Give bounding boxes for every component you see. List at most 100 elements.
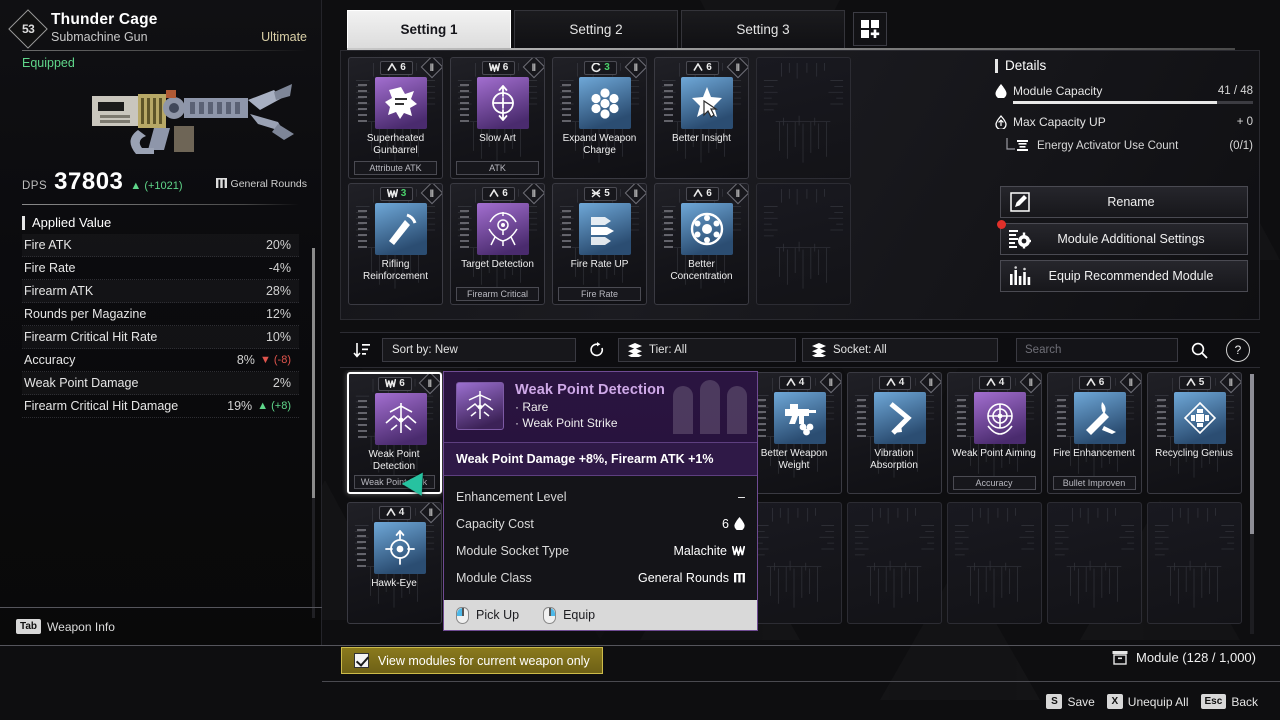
help-label: ? bbox=[1234, 343, 1242, 357]
checkbox-label: View modules for current weapon only bbox=[378, 653, 590, 668]
inventory-cell[interactable]: 6 ||| Fire Enhancement Bullet Improven bbox=[1044, 372, 1144, 497]
module-cost-chip: 6 bbox=[1078, 375, 1112, 390]
tab-keycap: Tab bbox=[16, 619, 42, 634]
inventory-slot-empty[interactable] bbox=[946, 502, 1042, 624]
tab-setting-3[interactable]: Setting 3 bbox=[681, 10, 845, 48]
action-label: Equip bbox=[563, 608, 596, 622]
module-pins bbox=[356, 529, 366, 567]
magnifier-icon[interactable] bbox=[1184, 337, 1214, 363]
inventory-cell[interactable]: 4 ||| Vibration Absorption bbox=[844, 372, 944, 497]
tab-setting-2[interactable]: Setting 2 bbox=[514, 10, 678, 48]
module-capacity-value: 41 / 48 bbox=[1217, 85, 1253, 97]
view-current-weapon-checkbox[interactable]: View modules for current weapon only bbox=[341, 647, 603, 674]
inventory-slot-empty[interactable] bbox=[746, 502, 842, 624]
tier-filter-dropdown[interactable]: Tier: All bbox=[618, 338, 796, 362]
tooltip-row: Module Class General Rounds bbox=[456, 564, 745, 591]
inventory-scrollbar[interactable] bbox=[1250, 374, 1254, 634]
weapon-type: Submachine Gun bbox=[51, 30, 148, 44]
layers-icon bbox=[628, 343, 642, 357]
inventory-module-card[interactable]: 6 ||| Weak Point Detection Weak Point Strik bbox=[346, 372, 442, 494]
module-name: Superheated Gunbarrel bbox=[366, 133, 425, 156]
inventory-module-card[interactable]: 5 ||| Recycling Genius bbox=[1146, 372, 1242, 494]
module-name: Expand Weapon Charge bbox=[562, 133, 637, 156]
button-label: Equip Recommended Module bbox=[1048, 269, 1214, 283]
socket-filter-dropdown[interactable]: Socket: All bbox=[802, 338, 998, 362]
module-cost-chip: 6 bbox=[482, 186, 515, 201]
cylinder-icon bbox=[579, 77, 631, 129]
weapon-info-panel: 53 Thunder Cage Submachine Gun Ultimate … bbox=[0, 0, 322, 645]
equipped-slot-empty[interactable] bbox=[756, 183, 851, 305]
inventory-cell[interactable] bbox=[944, 502, 1044, 627]
stat-value: 2% bbox=[272, 376, 291, 390]
search-input[interactable]: Search bbox=[1016, 338, 1178, 362]
inventory-cell[interactable]: 4 ||| Hawk-Eye bbox=[344, 502, 444, 627]
inventory-cell[interactable] bbox=[1144, 502, 1244, 627]
tooltip-action-equip[interactable]: Equip bbox=[543, 606, 596, 624]
key-hint-save[interactable]: S Save bbox=[1046, 694, 1095, 709]
tab-label: Setting 3 bbox=[736, 22, 790, 37]
inventory-module-card[interactable]: 4 ||| Vibration Absorption bbox=[846, 372, 942, 494]
inventory-cell[interactable]: 4 ||| Better Weapon Weight bbox=[744, 372, 844, 497]
inventory-cell[interactable] bbox=[744, 502, 844, 627]
grid-plus-icon[interactable] bbox=[853, 12, 887, 46]
key-hint-unequip-all[interactable]: X Unequip All bbox=[1106, 694, 1189, 709]
module-name: Recycling Genius bbox=[1155, 448, 1233, 459]
help-button[interactable]: ? bbox=[1226, 338, 1250, 362]
stat-row: Firearm ATK 28% bbox=[22, 280, 299, 303]
equipped-module-card[interactable]: 6 ||| Better Concentration bbox=[654, 183, 749, 305]
equipped-module-card[interactable]: 6 ||| Slow Art ATK bbox=[450, 57, 545, 179]
stat-name: Rounds per Magazine bbox=[24, 307, 147, 321]
inventory-cell[interactable]: 6 ||| Weak Point Detection Weak Point Strik bbox=[344, 372, 444, 497]
inventory-cell[interactable] bbox=[1044, 502, 1144, 627]
module-tag: Accuracy bbox=[952, 476, 1036, 490]
malachite-icon bbox=[732, 545, 745, 556]
drop-icon bbox=[734, 517, 745, 530]
sort-by-dropdown[interactable]: Sort by: New bbox=[382, 338, 576, 362]
tooltip-action-pick-up[interactable]: Pick Up bbox=[456, 606, 519, 624]
applied-value-header: Applied Value bbox=[22, 215, 321, 230]
equipped-modules-grid: 6 ||| Superheated Gunbarrel Attribute ATK 6 |… bbox=[348, 57, 851, 305]
inventory-module-card[interactable]: 6 ||| Fire Enhancement Bullet Improven bbox=[1046, 372, 1142, 494]
chevron-arrow-icon bbox=[873, 392, 926, 444]
equipped-module-card[interactable]: 6 ||| Target Detection Firearm Critical bbox=[450, 183, 545, 305]
module-capacity-label: Module Capacity bbox=[1013, 84, 1103, 98]
energy-activator-value: (0/1) bbox=[1229, 139, 1253, 152]
key-hint-back[interactable]: Esc Back bbox=[1200, 694, 1258, 709]
equipped-module-card[interactable]: 5 ||| Fire Rate UP Fire Rate bbox=[552, 183, 647, 305]
applied-value-list: Fire ATK 20% Fire Rate -4% Firearm ATK 28% Rou… bbox=[22, 234, 299, 418]
module-additional-settings-button[interactable]: Module Additional Settings bbox=[997, 220, 1248, 255]
tooltip-effect: Weak Point Damage +8%, Firearm ATK +1% bbox=[444, 442, 757, 476]
refresh-icon[interactable] bbox=[582, 337, 612, 363]
module-pins bbox=[664, 210, 673, 248]
round-type-label: General Rounds bbox=[230, 177, 307, 190]
equipped-module-card[interactable]: 6 ||| Better Insight bbox=[654, 57, 749, 179]
details-header: Details bbox=[995, 58, 1253, 73]
inventory-slot-empty[interactable] bbox=[846, 502, 942, 624]
inventory-cell[interactable] bbox=[844, 502, 944, 627]
inventory-module-card[interactable]: 4 ||| Better Weapon Weight bbox=[746, 372, 842, 494]
inventory-module-card[interactable]: 4 ||| Weak Point Aiming Accuracy bbox=[946, 372, 1042, 494]
sort-descending-icon[interactable] bbox=[346, 337, 376, 363]
module-name: Slow Art bbox=[479, 133, 516, 144]
weapon-name: Thunder Cage bbox=[51, 11, 158, 28]
module-cost-chip: 4 bbox=[778, 375, 812, 390]
equipped-module-card[interactable]: 3 ||| Rifling Reinforcement bbox=[348, 183, 443, 305]
rename-button[interactable]: Rename bbox=[1000, 186, 1248, 218]
equipped-module-card[interactable]: 3 ||| Expand Weapon Charge bbox=[552, 57, 647, 179]
inventory-module-card[interactable]: 4 ||| Hawk-Eye bbox=[346, 502, 442, 624]
equipped-module-card[interactable]: 6 ||| Superheated Gunbarrel Attribute ATK bbox=[348, 57, 443, 179]
stat-row: Fire ATK 20% bbox=[22, 234, 299, 257]
tab-setting-1[interactable]: Setting 1 bbox=[347, 10, 511, 48]
equipped-slot-empty[interactable] bbox=[756, 57, 851, 179]
tree-branch-icon bbox=[1006, 138, 1028, 151]
inventory-cell[interactable]: 4 ||| Weak Point Aiming Accuracy bbox=[944, 372, 1044, 497]
inventory-slot-empty[interactable] bbox=[1046, 502, 1142, 624]
inventory-cell[interactable]: 5 ||| Recycling Genius bbox=[1144, 372, 1244, 497]
alert-badge bbox=[997, 220, 1006, 229]
weapon-info-footer: Tab Weapon Info bbox=[0, 607, 322, 645]
tooltip-row-value: 6 bbox=[722, 517, 745, 531]
inventory-slot-empty[interactable] bbox=[1146, 502, 1242, 624]
module-cost-value: 6 bbox=[1098, 377, 1105, 388]
left-scrollbar[interactable] bbox=[312, 248, 315, 618]
equip-recommended-module-button[interactable]: Equip Recommended Module bbox=[1000, 260, 1248, 292]
